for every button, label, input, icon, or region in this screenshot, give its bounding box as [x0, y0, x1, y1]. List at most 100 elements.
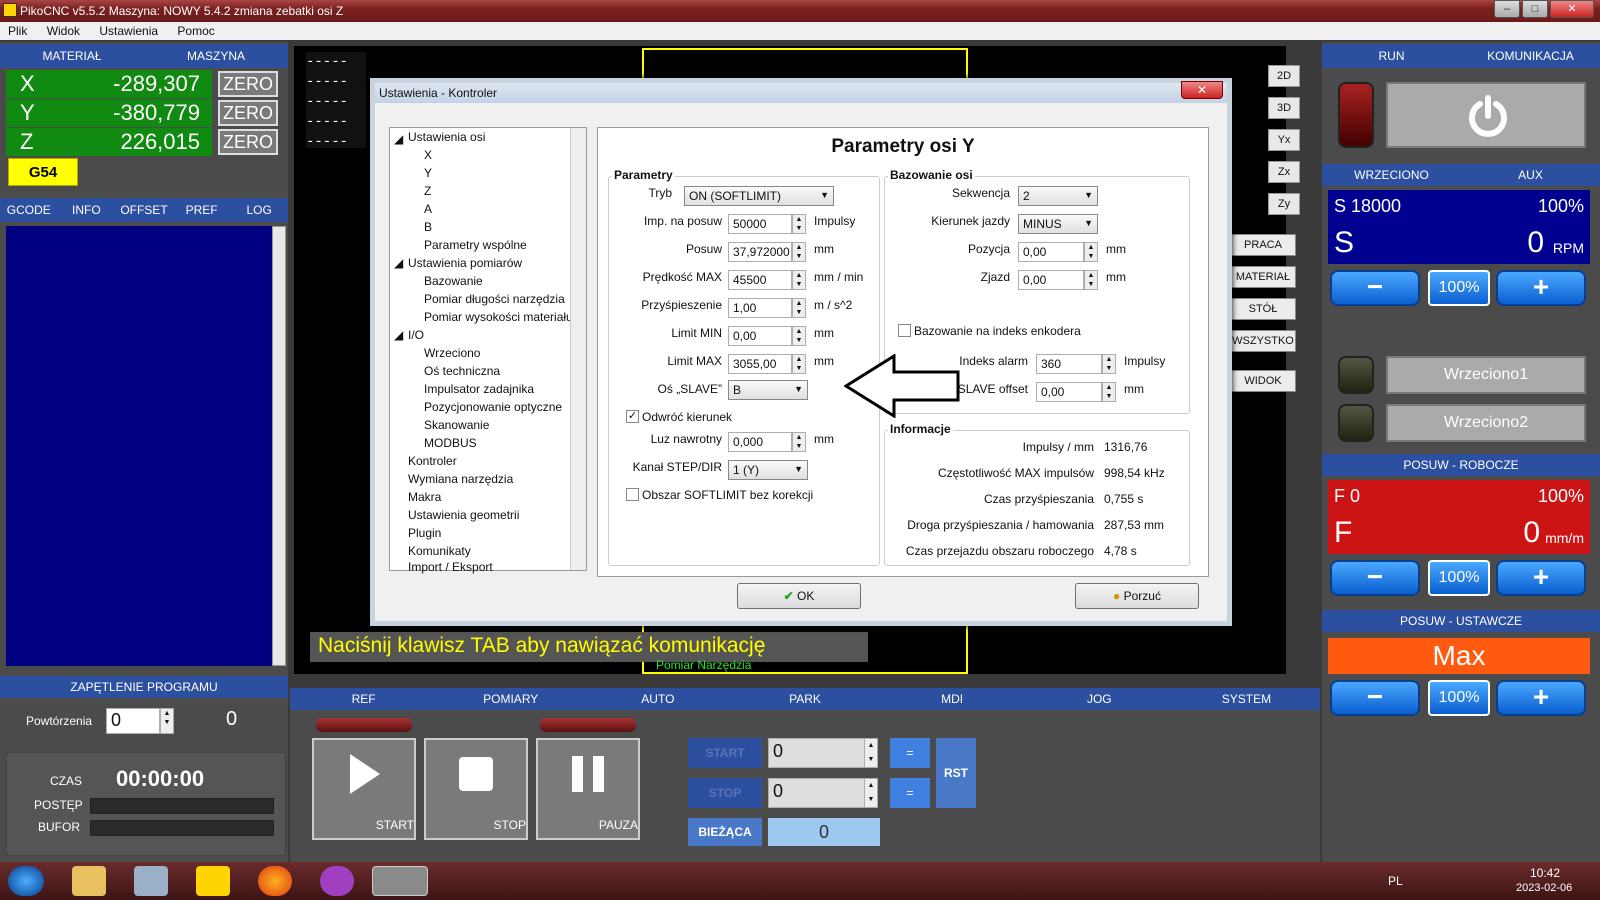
tree-item-z[interactable]: Z — [424, 184, 431, 198]
tree-item-importexport[interactable]: Import / Eksport — [408, 560, 493, 574]
tree-item-toollen[interactable]: Pomiar długości narzędzia — [424, 292, 565, 306]
tab-mdi[interactable]: MDI — [879, 692, 1026, 706]
acc-input[interactable]: 1,00 — [728, 298, 792, 318]
reverse-checkbox[interactable]: ✓ — [626, 410, 639, 423]
tree-item-plugin[interactable]: Plugin — [408, 526, 441, 540]
feed-spinner[interactable]: ▲ ▼ — [792, 242, 806, 262]
tree-item-geometry[interactable]: Ustawienia geometrii — [408, 508, 519, 522]
vmax-input[interactable]: 45500 — [728, 270, 792, 290]
zero-z-button[interactable]: ZERO — [218, 129, 278, 155]
tree-item-controller[interactable]: Kontroler — [408, 454, 457, 468]
tab-offset[interactable]: OFFSET — [115, 203, 173, 217]
close-button[interactable]: ✕ — [1550, 0, 1594, 18]
tree-item-a[interactable]: A — [424, 202, 432, 216]
stop-button[interactable]: STOP — [424, 738, 528, 840]
view-zy-button[interactable]: Zy — [1268, 193, 1300, 215]
tree-item-matheight[interactable]: Pomiar wysokości materiału — [424, 310, 573, 324]
range-start-set-button[interactable]: = — [890, 738, 930, 768]
tab-jog[interactable]: JOG — [1026, 692, 1173, 706]
range-start-spinner[interactable]: ▲ ▼ — [864, 738, 878, 768]
vmax-spinner[interactable]: ▲ ▼ — [792, 270, 806, 290]
imp-spinner[interactable]: ▲ ▼ — [792, 214, 806, 234]
explorer-icon[interactable] — [72, 866, 106, 896]
feed-minus-button[interactable]: − — [1330, 560, 1420, 596]
rapid-100-button[interactable]: 100% — [1428, 680, 1490, 716]
imp-input[interactable]: 50000 — [728, 214, 792, 234]
tree-item-mpg[interactable]: Impulsator zadajnika — [424, 382, 534, 396]
view-2d-button[interactable]: 2D — [1268, 65, 1300, 87]
pause-button[interactable]: PAUZA — [536, 738, 640, 840]
channel-select[interactable]: 1 (Y) ▼ — [728, 460, 808, 480]
tab-system[interactable]: SYSTEM — [1173, 692, 1320, 706]
retract-input[interactable]: 0,00 — [1018, 270, 1084, 290]
tree-toggle-icon[interactable]: ◢ — [394, 256, 403, 270]
gcode-editor[interactable] — [6, 226, 272, 666]
view-button[interactable]: WIDOK — [1230, 370, 1296, 392]
maximize-button[interactable]: □ — [1522, 0, 1548, 18]
retract-spinner[interactable]: ▲ ▼ — [1084, 270, 1098, 290]
tab-info[interactable]: INFO — [58, 203, 116, 217]
acc-spinner[interactable]: ▲ ▼ — [792, 298, 806, 318]
tab-material[interactable]: MATERIAŁ — [0, 49, 144, 63]
tree-item-messages[interactable]: Komunikaty — [408, 544, 471, 558]
spindle-100-button[interactable]: 100% — [1428, 270, 1490, 306]
backlash-spinner[interactable]: ▲ ▼ — [792, 432, 806, 452]
lmax-input[interactable]: 3055,00 — [728, 354, 792, 374]
tree-toggle-icon[interactable]: ◢ — [394, 328, 403, 342]
tab-auto[interactable]: AUTO — [584, 692, 731, 706]
pos-spinner[interactable]: ▲ ▼ — [1084, 242, 1098, 262]
output2-button[interactable]: Wrzeciono2 — [1386, 404, 1586, 442]
tab-maszyna[interactable]: MASZYNA — [144, 49, 288, 63]
menu-pomoc[interactable]: Pomoc — [169, 22, 222, 38]
tab-park[interactable]: PARK — [731, 692, 878, 706]
tab-ref[interactable]: REF — [290, 692, 437, 706]
cnc-tool-icon[interactable] — [196, 866, 230, 896]
tree-item-optical[interactable]: Pozycjonowanie optyczne — [424, 400, 562, 414]
menu-ustawienia[interactable]: Ustawienia — [91, 22, 166, 38]
pikocnc-task-icon[interactable] — [372, 866, 428, 896]
rapid-plus-button[interactable]: + — [1496, 680, 1586, 716]
alarm-spinner[interactable]: ▲ ▼ — [1102, 354, 1116, 374]
tree-item-modbus[interactable]: MODBUS — [424, 436, 477, 450]
tree-item-axes[interactable]: Ustawienia osi — [408, 130, 485, 144]
tree-item-toolchange[interactable]: Wymiana narzędzia — [408, 472, 513, 486]
language-indicator[interactable]: PL — [1388, 874, 1403, 888]
repetitions-input[interactable]: 0 — [106, 708, 160, 734]
mode-select[interactable]: ON (SOFTLIMIT) ▼ — [684, 186, 834, 206]
tree-scrollbar[interactable] — [570, 128, 586, 570]
tree-item-techaxis[interactable]: Oś techniczna — [424, 364, 500, 378]
range-stop-set-button[interactable]: = — [890, 778, 930, 808]
range-stop-spinner[interactable]: ▲ ▼ — [864, 778, 878, 808]
clock-time[interactable]: 10:42 — [1530, 866, 1560, 880]
tree-item-y[interactable]: Y — [424, 166, 432, 180]
lmin-input[interactable]: 0,00 — [728, 326, 792, 346]
range-reset-button[interactable]: RST — [936, 738, 976, 808]
output1-button[interactable]: Wrzeciono1 — [1386, 356, 1586, 394]
ok-button[interactable]: ✔ OK — [737, 583, 861, 609]
tree-item-io[interactable]: I/O — [408, 328, 424, 342]
tree-item-homing[interactable]: Bazowanie — [424, 274, 483, 288]
slave-offset-input[interactable]: 0,00 — [1036, 382, 1102, 402]
wcs-button[interactable]: G54 — [8, 158, 78, 186]
zero-y-button[interactable]: ZERO — [218, 100, 278, 126]
spindle-plus-button[interactable]: + — [1496, 270, 1586, 306]
tree-item-measure[interactable]: Ustawienia pomiarów — [408, 256, 522, 270]
zero-x-button[interactable]: ZERO — [218, 71, 278, 97]
start-menu-icon[interactable] — [8, 866, 44, 896]
tree-item-macros[interactable]: Makra — [408, 490, 441, 504]
tab-run[interactable]: RUN — [1322, 49, 1461, 63]
feed-100-button[interactable]: 100% — [1428, 560, 1490, 596]
spindle-minus-button[interactable]: − — [1330, 270, 1420, 306]
tree-item-scan[interactable]: Skanowanie — [424, 418, 489, 432]
slave-offset-spinner[interactable]: ▲ ▼ — [1102, 382, 1116, 402]
tree-item-spindle[interactable]: Wrzeciono — [424, 346, 480, 360]
firefox-icon[interactable] — [258, 866, 292, 896]
lmax-spinner[interactable]: ▲ ▼ — [792, 354, 806, 374]
view-3d-button[interactable]: 3D — [1268, 97, 1300, 119]
tab-komunikacja[interactable]: KOMUNIKACJA — [1461, 49, 1600, 63]
backlash-input[interactable]: 0,000 — [728, 432, 792, 452]
view-zx-button[interactable]: Zx — [1268, 161, 1300, 183]
alarm-input[interactable]: 360 — [1036, 354, 1102, 374]
zoom-all-button[interactable]: WSZYSTKO — [1230, 330, 1296, 352]
tab-pomiary[interactable]: POMIARY — [437, 692, 584, 706]
